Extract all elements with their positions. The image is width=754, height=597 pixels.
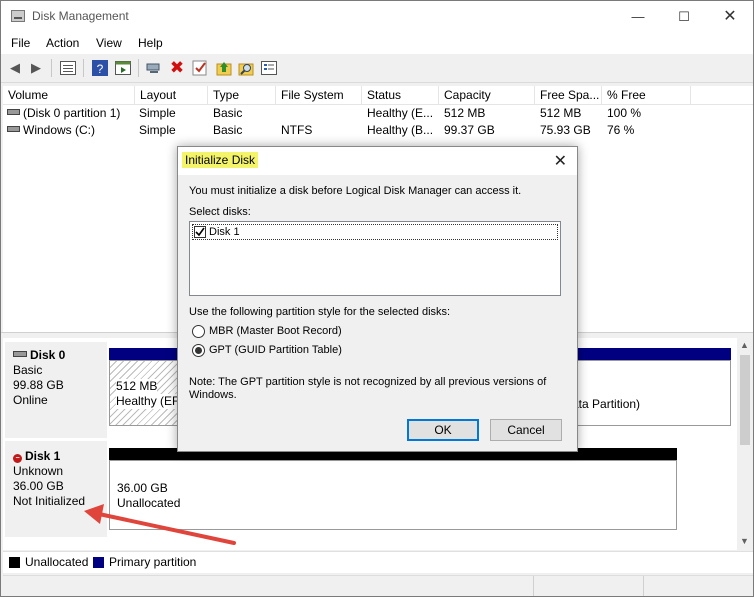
dialog-message: You must initialize a disk before Logica…: [189, 185, 522, 197]
mbr-label[interactable]: MBR (Master Boot Record): [209, 325, 342, 337]
select-disks-label: Select disks:: [189, 206, 251, 218]
partition-style-label: Use the following partition style for th…: [189, 306, 451, 318]
ok-button[interactable]: OK: [407, 419, 479, 441]
gpt-note: Note: The GPT partition style is not rec…: [189, 376, 547, 401]
disk-list-item-label: Disk 1: [209, 226, 240, 238]
disk-selection-list: Disk 1: [189, 221, 561, 296]
dialog-title: Initialize Disk: [182, 152, 259, 168]
gpt-label[interactable]: GPT (GUID Partition Table): [209, 344, 342, 356]
gpt-radio[interactable]: [192, 344, 205, 357]
disk-list-item[interactable]: Disk 1: [192, 224, 558, 240]
cancel-button[interactable]: Cancel: [490, 419, 562, 441]
mbr-radio[interactable]: [192, 325, 205, 338]
dialog-title-bar: Initialize Disk ✕: [178, 147, 577, 175]
initialize-disk-dialog: Initialize Disk ✕ You must initialize a …: [177, 146, 578, 452]
disk-checkbox[interactable]: [194, 226, 206, 238]
dialog-close-icon[interactable]: ✕: [554, 151, 567, 171]
